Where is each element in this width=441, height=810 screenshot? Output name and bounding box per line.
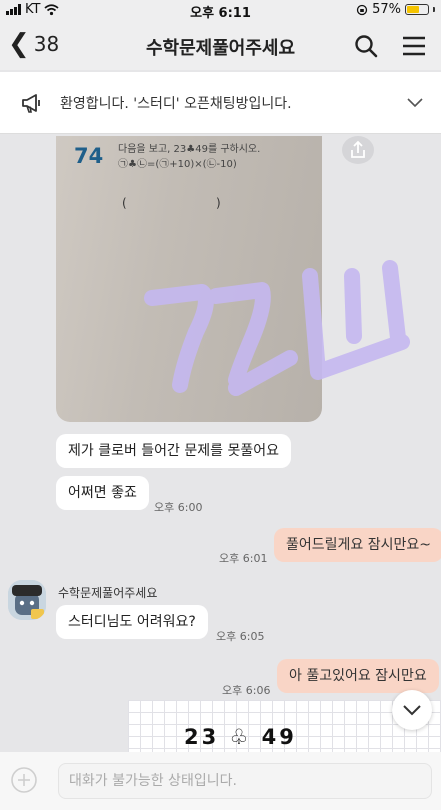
message-time: 오후 6:01: [219, 552, 268, 565]
message-bubble[interactable]: 스터디님도 어려워요?: [56, 605, 208, 639]
handwriting-scribble: [144, 260, 410, 396]
add-icon[interactable]: [10, 766, 38, 794]
share-icon: [351, 140, 365, 158]
battery-icon: [405, 4, 429, 15]
sender-name: 수학문제풀어주세요: [58, 586, 158, 600]
battery-tip: [433, 7, 435, 12]
message-bubble[interactable]: 아 풀고있어요 잠시만요: [277, 659, 439, 693]
menu-icon[interactable]: [400, 32, 428, 60]
answer-paren-right: ): [216, 196, 221, 210]
message-bubble[interactable]: 어쩌면 좋죠: [56, 476, 149, 510]
input-bar: [0, 752, 441, 810]
megaphone-icon: [22, 94, 40, 113]
status-right: 57%: [356, 2, 435, 17]
problem-line-1: 다음을 보고, 23♣49를 구하시오.: [118, 144, 261, 155]
problem-text: 다음을 보고, 23♣49를 구하시오. ㉠♣㉡=(㉠+10)×(㉡-10): [118, 142, 260, 172]
avatar[interactable]: [8, 580, 46, 620]
message-time: 오후 6:05: [216, 630, 265, 643]
notice-banner[interactable]: 환영합니다. '스터디' 오픈채팅방입니다.: [0, 72, 441, 134]
chevron-down-icon[interactable]: [406, 94, 424, 112]
chat-header: ❮ 38 수학문제풀어주세요: [0, 22, 441, 70]
message-bubble[interactable]: 제가 클로버 들어간 문제를 못풀어요: [56, 434, 291, 468]
chevron-down-icon: [403, 705, 421, 716]
share-button[interactable]: [342, 136, 374, 164]
message-time: 오후 6:00: [154, 501, 203, 514]
search-icon[interactable]: [352, 32, 380, 60]
scroll-down-button[interactable]: [392, 690, 432, 730]
avatar-image: [8, 580, 46, 620]
card-handwriting: 23 ♧ 49: [184, 725, 297, 749]
status-bar: KT 오후 6:11 57%: [0, 0, 441, 22]
rotation-lock-icon: [356, 4, 368, 15]
answer-paren-left: (: [122, 196, 127, 210]
problem-number: 74: [74, 144, 104, 168]
problem-line-2: ㉠♣㉡=(㉠+10)×(㉡-10): [118, 159, 237, 170]
battery-percent: 57%: [372, 2, 401, 17]
message-bubble[interactable]: 풀어드릴게요 잠시만요~: [274, 528, 441, 562]
notice-text: 환영합니다. '스터디' 오픈채팅방입니다.: [60, 96, 292, 112]
message-input[interactable]: [58, 763, 432, 799]
message-time: 오후 6:06: [222, 684, 271, 697]
